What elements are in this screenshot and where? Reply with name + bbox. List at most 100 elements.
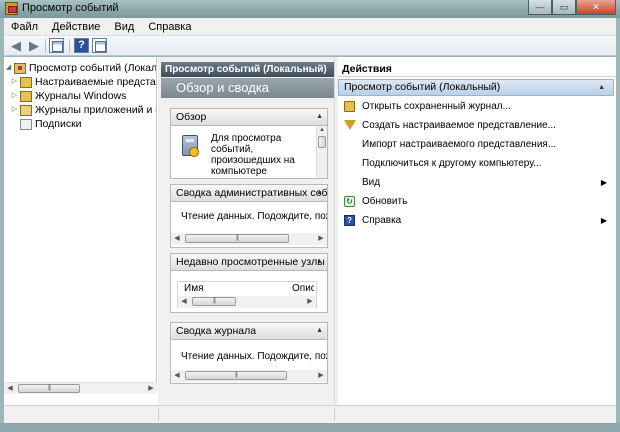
overview-pane: Просмотр событий (Локальный) Обзор и сво… (161, 57, 334, 405)
tree-item-label: Подписки (35, 118, 82, 130)
title-bar: Просмотр событий — ▭ ✕ (0, 0, 620, 18)
section-recent-nodes: Недавно просмотренные узлы ▲ Имя Описани… (170, 253, 328, 313)
event-viewer-icon (14, 62, 26, 74)
scrollbar-thumb[interactable] (318, 136, 326, 148)
action-connect-computer[interactable]: Подключиться к другому компьютеру... (338, 154, 614, 173)
tree-item-label: Настраиваемые представления (35, 76, 156, 88)
section-header[interactable]: Сводка журнала ▲ (171, 323, 327, 340)
tree-item-root[interactable]: ◢ Просмотр событий (Локальный) (4, 61, 156, 75)
maximize-button[interactable]: ▭ (552, 0, 576, 15)
scroll-right-icon[interactable]: ▶ (315, 233, 327, 244)
scroll-right-icon[interactable]: ▶ (304, 296, 316, 307)
collapse-arrow-icon[interactable]: ◢ (4, 61, 13, 75)
column-header-description[interactable]: Описание (292, 283, 314, 294)
folder-icon (20, 76, 32, 88)
action-help[interactable]: ? Справка ▶ (338, 211, 614, 230)
scrollbar-thumb[interactable]: ||| (185, 371, 287, 380)
scroll-left-icon[interactable]: ◀ (178, 296, 190, 307)
section-log-summary: Сводка журнала ▲ Чтение данных. Подождит… (170, 322, 328, 384)
toolbar-separator (69, 39, 70, 53)
help-icon: ? (344, 215, 355, 226)
action-label: Импорт настраиваемого представления... (362, 139, 557, 150)
scrollbar-thumb[interactable]: ||| (185, 234, 289, 243)
recent-nodes-list: Имя Описание ◀ ||| ▶ (177, 281, 317, 308)
help-icon[interactable]: ? (74, 38, 89, 53)
section-body: Чтение данных. Подождите, пожалуйста... … (171, 202, 327, 247)
tree-horizontal-scrollbar[interactable]: ◀ ||| ▶ (4, 382, 157, 394)
section-admin-events: Сводка административных событий ▲ Чтение… (170, 184, 328, 248)
expand-arrow-icon[interactable]: ▷ (10, 103, 19, 117)
action-refresh[interactable]: ↻ Обновить (338, 192, 614, 211)
list-horizontal-scrollbar[interactable]: ◀ ||| ▶ (178, 296, 316, 308)
scroll-right-icon[interactable]: ▶ (145, 383, 157, 394)
scrollbar-thumb[interactable]: ||| (192, 297, 236, 306)
tree-item-app-service-logs[interactable]: ▷ Журналы приложений и служб (10, 103, 156, 117)
collapse-icon[interactable]: ▲ (316, 185, 323, 201)
section-body: Для просмотра событий, произошедших на к… (171, 126, 327, 178)
back-icon[interactable]: ◀ (8, 38, 24, 54)
scroll-right-icon[interactable]: ▶ (315, 370, 327, 381)
section-overview: Обзор ▲ Для просмотра событий, произошед… (170, 108, 328, 179)
menu-view[interactable]: Вид (107, 18, 141, 36)
section-vertical-scrollbar[interactable]: ▲ (316, 126, 327, 178)
tree-item-custom-views[interactable]: ▷ Настраиваемые представления (10, 75, 156, 89)
section-header[interactable]: Обзор ▲ (171, 109, 327, 126)
section-title: Недавно просмотренные узлы (176, 256, 325, 268)
window-frame-bottom (0, 423, 620, 432)
subscriptions-icon (20, 118, 32, 130)
tree-item-windows-logs[interactable]: ▷ Журналы Windows (10, 89, 127, 103)
refresh-icon: ↻ (344, 196, 355, 207)
menu-file[interactable]: Файл (4, 18, 45, 36)
tree-item-label: Журналы приложений и служб (35, 104, 156, 116)
collapse-icon[interactable]: ▲ (316, 109, 323, 125)
section-body: Имя Описание ◀ ||| ▶ (171, 271, 327, 312)
forward-icon[interactable]: ▶ (26, 38, 42, 54)
actions-group-label: Просмотр событий (Локальный) (344, 81, 501, 93)
folder-open-icon (344, 101, 355, 112)
status-divider (158, 409, 159, 421)
section-title: Обзор (176, 111, 207, 123)
scroll-left-icon[interactable]: ◀ (171, 370, 183, 381)
overview-description: Для просмотра событий, произошедших на к… (211, 133, 295, 177)
column-header-name[interactable]: Имя (184, 283, 203, 294)
show-hide-action-pane-icon[interactable] (92, 38, 107, 53)
close-button[interactable]: ✕ (576, 0, 616, 15)
menu-help[interactable]: Справка (141, 18, 198, 36)
collapse-icon[interactable]: ▲ (316, 254, 323, 270)
section-body: Чтение данных. Подождите, пожалуйста... … (171, 340, 327, 383)
menu-action[interactable]: Действие (45, 18, 107, 36)
toolbar: ◀ ▶ ? (4, 36, 616, 56)
collapse-icon[interactable]: ▲ (316, 323, 323, 339)
window-controls: — ▭ ✕ (528, 0, 616, 15)
actions-group-header[interactable]: Просмотр событий (Локальный) ▲ (338, 79, 614, 96)
action-import-custom-view[interactable]: Импорт настраиваемого представления... (338, 135, 614, 154)
action-open-saved-log[interactable]: Открыть сохраненный журнал... (338, 97, 614, 116)
section-header[interactable]: Сводка административных событий ▲ (171, 185, 327, 202)
section-header[interactable]: Недавно просмотренные узлы ▲ (171, 254, 327, 271)
action-create-custom-view[interactable]: Создать настраиваемое представление... (338, 116, 614, 135)
submenu-arrow-icon: ▶ (600, 216, 607, 225)
event-viewer-app-icon (5, 2, 18, 15)
action-label: Подключиться к другому компьютеру... (362, 158, 542, 169)
section-horizontal-scrollbar[interactable]: ◀ ||| ▶ (171, 370, 327, 382)
tree-item-label: Журналы Windows (35, 90, 127, 102)
show-hide-console-tree-icon[interactable] (49, 38, 64, 53)
action-label: Обновить (362, 196, 408, 207)
scroll-left-icon[interactable]: ◀ (171, 233, 183, 244)
expand-arrow-icon[interactable]: ▷ (10, 75, 19, 89)
minimize-button[interactable]: — (528, 0, 552, 15)
status-divider (334, 409, 335, 421)
tree-item-subscriptions[interactable]: Подписки (10, 117, 82, 131)
loading-message: Чтение данных. Подождите, пожалуйста... (181, 211, 327, 222)
expand-arrow-icon[interactable]: ▷ (10, 89, 19, 103)
scroll-left-icon[interactable]: ◀ (4, 383, 16, 394)
scroll-up-icon[interactable]: ▲ (317, 126, 327, 135)
collapse-icon[interactable]: ▲ (598, 80, 605, 95)
main-content: ◢ Просмотр событий (Локальный) ▷ Настраи… (4, 57, 616, 405)
section-horizontal-scrollbar[interactable]: ◀ ||| ▶ (171, 233, 327, 245)
folder-icon (20, 104, 32, 116)
scrollbar-thumb[interactable]: ||| (18, 384, 80, 393)
action-view[interactable]: Вид ▶ (338, 173, 614, 192)
window-title: Просмотр событий (22, 2, 119, 14)
loading-message: Чтение данных. Подождите, пожалуйста... (181, 351, 327, 362)
